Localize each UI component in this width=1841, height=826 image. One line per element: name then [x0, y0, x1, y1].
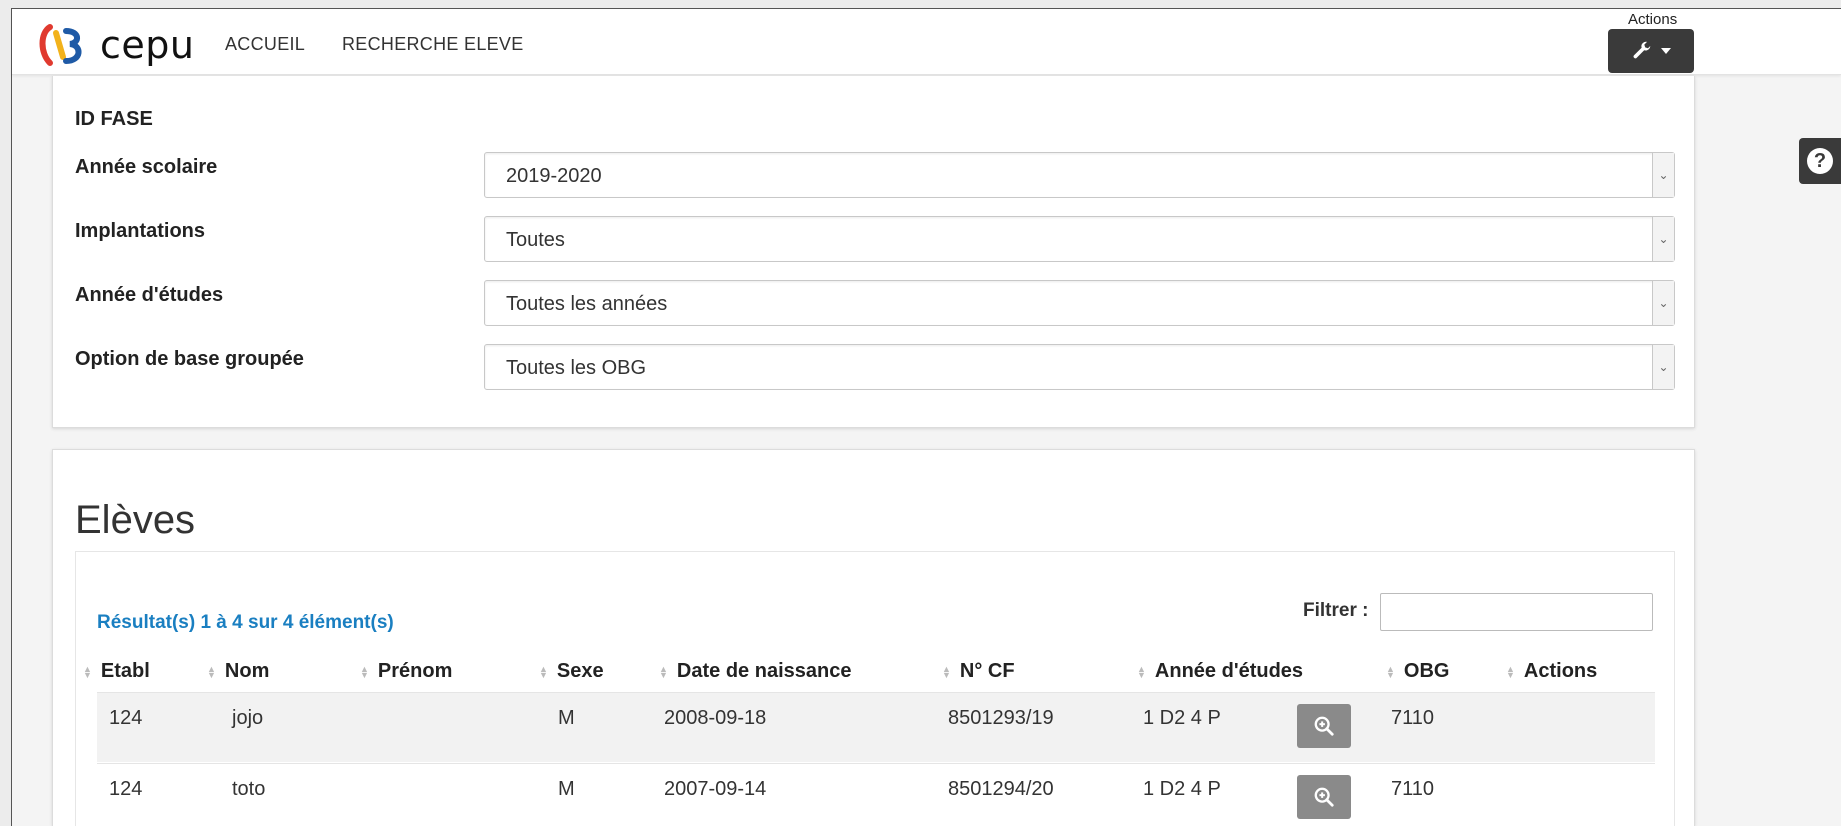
- cell-obg: 7110: [1391, 707, 1435, 729]
- annee-scolaire-value: 2019-2020: [506, 165, 602, 187]
- students-table-container: Résultat(s) 1 à 4 sur 4 élément(s) Filtr…: [75, 551, 1675, 826]
- implantations-label: Implantations: [75, 220, 206, 242]
- nav-link-recherche-eleve[interactable]: RECHERCHE ELEVE: [342, 34, 524, 55]
- filter-label: Filtrer :: [1303, 600, 1369, 621]
- chevron-down-icon: ⌄: [1652, 345, 1674, 389]
- cell-date-naissance: 2008-09-18: [664, 707, 767, 729]
- option-base-label: Option de base groupée: [75, 348, 304, 370]
- form-title: ID FASE: [75, 108, 153, 130]
- sort-icon: ▲ ▼: [659, 663, 668, 680]
- zoom-in-icon: [1314, 716, 1334, 736]
- students-panel: Elèves Résultat(s) 1 à 4 sur 4 élément(s…: [52, 449, 1695, 826]
- column-header-actions[interactable]: ▲ ▼ Actions: [1506, 660, 1597, 683]
- table-row: 124 toto M 2007-09-14 8501294/20 1 D2 4 …: [97, 763, 1655, 826]
- chevron-down-icon: ⌄: [1652, 153, 1674, 197]
- cell-obg: 7110: [1391, 778, 1435, 800]
- table-row: 124 jojo M 2008-09-18 8501293/19 1 D2 4 …: [97, 692, 1655, 762]
- column-header-date-naissance[interactable]: ▲ ▼ Date de naissance: [659, 660, 851, 683]
- result-count: Résultat(s) 1 à 4 sur 4 élément(s): [97, 612, 394, 633]
- chevron-down-icon: ⌄: [1652, 281, 1674, 325]
- cell-cf: 8501293/19: [948, 707, 1054, 729]
- sort-icon: ▲ ▼: [1386, 663, 1395, 680]
- top-navbar: cepu ACCUEIL RECHERCHE ELEVE: [12, 9, 1841, 75]
- sort-icon: ▲ ▼: [539, 663, 548, 680]
- sort-icon: ▲ ▼: [360, 663, 369, 680]
- cell-sexe: M: [558, 707, 575, 729]
- cell-nom: jojo: [232, 707, 264, 729]
- annee-etudes-value: Toutes les années: [506, 293, 668, 315]
- filter-form-panel: ID FASE Année scolaire 2019-2020 ⌄ Impla…: [52, 76, 1695, 428]
- annee-scolaire-select[interactable]: 2019-2020 ⌄: [484, 152, 1675, 198]
- annee-etudes-label: Année d'études: [75, 284, 224, 306]
- column-header-obg[interactable]: ▲ ▼ OBG: [1386, 660, 1449, 683]
- column-header-etabl[interactable]: ▲ ▼ Etabl: [83, 660, 150, 683]
- implantations-select[interactable]: Toutes ⌄: [484, 216, 1675, 262]
- column-header-cf[interactable]: ▲ ▼ N° CF: [942, 660, 1015, 683]
- column-header-prenom[interactable]: ▲ ▼ Prénom: [360, 660, 452, 683]
- cell-etabl: 124: [109, 707, 143, 729]
- brand-logo[interactable]: cepu: [36, 23, 194, 67]
- sort-icon: ▲ ▼: [1506, 663, 1515, 680]
- cell-sexe: M: [558, 778, 575, 800]
- option-base-value: Toutes les OBG: [506, 357, 647, 379]
- wrench-icon: [1633, 41, 1651, 59]
- zoom-in-icon: [1314, 787, 1334, 807]
- cell-nom: toto: [232, 778, 266, 800]
- nav-link-accueil[interactable]: ACCUEIL: [225, 34, 305, 55]
- caret-down-icon: [1661, 48, 1671, 54]
- sort-icon: ▲ ▼: [942, 663, 951, 680]
- cell-etabl: 124: [109, 778, 143, 800]
- view-student-button[interactable]: [1297, 704, 1351, 748]
- implantations-value: Toutes: [506, 229, 565, 251]
- sort-icon: ▲ ▼: [1137, 663, 1146, 680]
- sort-icon: ▲ ▼: [207, 663, 216, 680]
- question-circle-icon: ?: [1807, 148, 1833, 174]
- cell-annee-etudes: 1 D2 4 P: [1143, 707, 1221, 729]
- column-header-annee-etudes[interactable]: ▲ ▼ Année d'études: [1137, 660, 1303, 683]
- filter-input[interactable]: [1380, 593, 1653, 631]
- actions-menu-button[interactable]: [1608, 29, 1694, 73]
- annee-scolaire-label: Année scolaire: [75, 156, 218, 178]
- annee-etudes-select[interactable]: Toutes les années ⌄: [484, 280, 1675, 326]
- sort-icon: ▲ ▼: [83, 663, 92, 680]
- cell-cf: 8501294/20: [948, 778, 1054, 800]
- help-button[interactable]: ?: [1799, 138, 1841, 184]
- column-header-nom[interactable]: ▲ ▼ Nom: [207, 660, 269, 683]
- cell-date-naissance: 2007-09-14: [664, 778, 767, 800]
- option-base-select[interactable]: Toutes les OBG ⌄: [484, 344, 1675, 390]
- brand-name: cepu: [100, 23, 195, 67]
- chevron-down-icon: ⌄: [1652, 217, 1674, 261]
- view-student-button[interactable]: [1297, 775, 1351, 819]
- cell-annee-etudes: 1 D2 4 P: [1143, 778, 1221, 800]
- column-header-sexe[interactable]: ▲ ▼ Sexe: [539, 660, 604, 683]
- brand-logo-icon: [39, 24, 82, 66]
- students-title: Elèves: [75, 498, 196, 542]
- actions-menu-label: Actions: [1628, 11, 1678, 28]
